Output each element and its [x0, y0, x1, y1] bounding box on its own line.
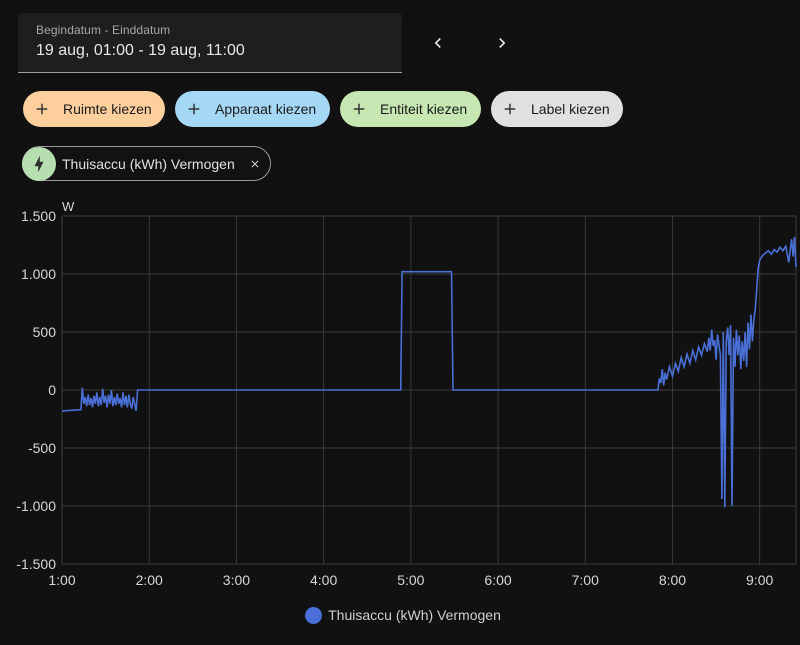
x-tick-label: 8:00 [659, 572, 686, 588]
choose-device-label: Apparaat kiezen [215, 101, 317, 117]
x-axis-ticks: 1:00 2:00 3:00 4:00 5:00 6:00 7:00 8:00 9:00 [48, 572, 773, 588]
y-tick-label: -1.500 [16, 556, 56, 572]
y-axis-ticks: 1.500 1.000 500 0 -500 -1.000 -1.500 [16, 208, 56, 572]
choose-entity-chip[interactable]: Entiteit kiezen [340, 91, 481, 127]
entity-icon-container [22, 146, 56, 181]
plus-icon [504, 103, 516, 115]
x-tick-label: 1:00 [48, 572, 75, 588]
choose-area-label: Ruimte kiezen [63, 101, 152, 117]
close-icon [251, 160, 259, 168]
date-range-picker[interactable]: Begindatum - Einddatum 19 aug, 01:00 - 1… [18, 13, 402, 73]
y-tick-label: -1.000 [16, 498, 56, 514]
series-line-thuisaccu-vermogen[interactable] [61, 236, 797, 508]
y-tick-label: 1.500 [21, 208, 56, 224]
choose-label-label: Label kiezen [531, 101, 610, 117]
remove-entity-button[interactable] [246, 155, 264, 173]
plus-icon [36, 103, 48, 115]
y-axis-unit-label: W [62, 199, 75, 214]
x-tick-label: 2:00 [136, 572, 163, 588]
choose-entity-label: Entiteit kiezen [380, 101, 468, 117]
lightning-bolt-icon [34, 155, 44, 172]
y-tick-label: 500 [33, 324, 57, 340]
chart-legend[interactable]: Thuisaccu (kWh) Vermogen [0, 604, 800, 626]
chevron-right-icon [499, 38, 506, 48]
legend-series-label: Thuisaccu (kWh) Vermogen [328, 607, 501, 623]
selected-entity-label: Thuisaccu (kWh) Vermogen [62, 155, 235, 172]
choose-label-chip[interactable]: Label kiezen [491, 91, 623, 127]
selected-entity-chip[interactable]: Thuisaccu (kWh) Vermogen [22, 146, 271, 181]
date-range-label: Begindatum - Einddatum [36, 23, 171, 37]
x-tick-label: 9:00 [746, 572, 773, 588]
x-tick-label: 4:00 [310, 572, 337, 588]
y-tick-label: -500 [28, 440, 56, 456]
choose-device-chip[interactable]: Apparaat kiezen [175, 91, 330, 127]
chevron-left-icon [434, 38, 441, 48]
date-range-value[interactable]: 19 aug, 01:00 - 19 aug, 11:00 [36, 42, 245, 60]
x-tick-label: 3:00 [223, 572, 250, 588]
x-tick-label: 6:00 [484, 572, 511, 588]
choose-area-chip[interactable]: Ruimte kiezen [23, 91, 165, 127]
plus-icon [353, 103, 365, 115]
y-tick-label: 0 [48, 382, 56, 398]
history-chart: 1.500 1.000 500 0 -500 -1.000 -1.500 1:00 2:00 3… [16, 199, 797, 588]
x-tick-label: 7:00 [572, 572, 599, 588]
plus-icon [188, 103, 200, 115]
legend-color-dot [305, 606, 323, 624]
y-tick-label: 1.000 [21, 266, 56, 282]
next-period-button[interactable] [484, 25, 520, 61]
x-tick-label: 5:00 [397, 572, 424, 588]
previous-period-button[interactable] [420, 25, 456, 61]
